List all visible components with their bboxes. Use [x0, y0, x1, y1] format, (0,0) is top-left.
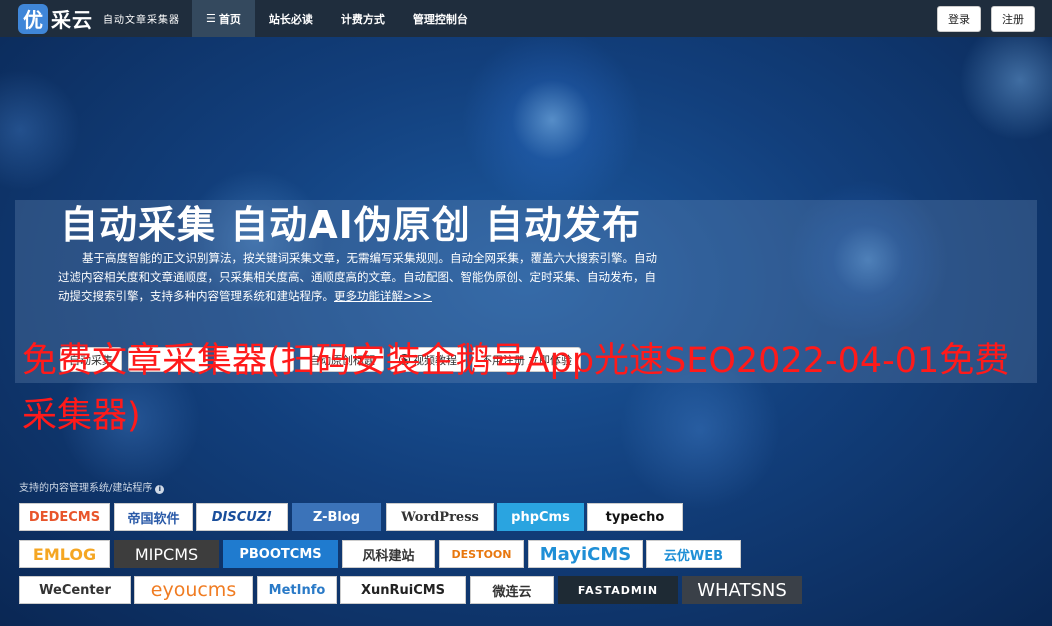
hero-title: 自动采集 自动AI伪原创 自动发布: [60, 203, 642, 247]
cms-logo-xunruicms: XunRuiCMS: [340, 576, 466, 604]
cms-logo-pbootcms: PBOOTCMS: [223, 540, 338, 568]
info-icon: i: [155, 485, 165, 494]
menu-item-label: 计费方式: [340, 12, 385, 26]
menu-item-pricing[interactable]: 计费方式: [327, 0, 399, 37]
cms-logo-eyoucms: eyoucms: [134, 576, 253, 604]
top-navbar: 优 采云 自动文章采集器 ☰ 首页 站长必读 计费方式 管理控制台 登录 注册: [0, 0, 1052, 37]
cms-logo-phpcms: phpCms: [497, 503, 584, 531]
cms-logo-typecho: typecho: [587, 503, 683, 531]
cms-caption: 支持的内容管理系统/建站程序 i: [19, 479, 165, 494]
cms-logo-discuz: DISCUZ!: [196, 503, 288, 531]
login-button[interactable]: 登录: [937, 5, 981, 32]
cms-logo-mipcms: MIPCMS: [114, 540, 219, 568]
main-menu: ☰ 首页 站长必读 计费方式 管理控制台: [192, 0, 482, 37]
cms-caption-text: 支持的内容管理系统/建站程序: [19, 483, 153, 494]
logo-slogan: 自动文章采集器: [103, 15, 180, 26]
cms-logo-zblog: Z-Blog: [292, 503, 381, 531]
cms-logo-weilianyun: 微连云: [470, 576, 554, 604]
cms-logo-whatsns: WHATSNS: [682, 576, 802, 604]
cms-logo-wordpress: WordPress: [386, 503, 494, 531]
cms-logo-yunyou: 云优WEB: [646, 540, 741, 568]
cms-logo-emlog: EMLOG: [19, 540, 110, 568]
overlay-title-text: 免费文章采集器(扫码安装企鹅号App光速SEO2022-04-01免费采集器): [22, 341, 1010, 436]
menu-item-label: 管理控制台: [412, 12, 468, 26]
cms-logo-metinfo: MetInfo: [257, 576, 337, 604]
menu-item-label: 首页: [218, 12, 241, 26]
logo-mark: 优: [18, 3, 48, 34]
cms-logo-diguo: 帝国软件: [114, 503, 193, 531]
register-button[interactable]: 注册: [991, 5, 1035, 32]
cms-logo-destoon: DESTOON: [439, 540, 524, 568]
menu-item-webmaster-guide[interactable]: 站长必读: [255, 0, 327, 37]
cms-logo-dedecms: DEDECMS: [19, 503, 110, 531]
logo-text: 采云: [51, 8, 93, 32]
list-icon: ☰: [206, 12, 216, 25]
cms-logo-mayicms: MayiCMS: [528, 540, 643, 568]
site-logo[interactable]: 优 采云 自动文章采集器: [18, 0, 180, 37]
more-features-link[interactable]: 更多功能详解>>>: [334, 289, 432, 303]
cms-logo-fengke: 风科建站: [342, 540, 435, 568]
auth-buttons: 登录 注册: [937, 5, 1035, 32]
hero-description: 基于高度智能的正文识别算法，按关键词采集文章，无需编写采集规则。自动全网采集，覆…: [58, 249, 658, 306]
menu-item-home[interactable]: ☰ 首页: [192, 0, 255, 37]
menu-item-console[interactable]: 管理控制台: [399, 0, 482, 37]
menu-item-label: 站长必读: [268, 12, 313, 26]
cms-logo-fastadmin: FASTADMIN: [558, 576, 678, 604]
cms-logo-wecenter: WeCenter: [19, 576, 131, 604]
